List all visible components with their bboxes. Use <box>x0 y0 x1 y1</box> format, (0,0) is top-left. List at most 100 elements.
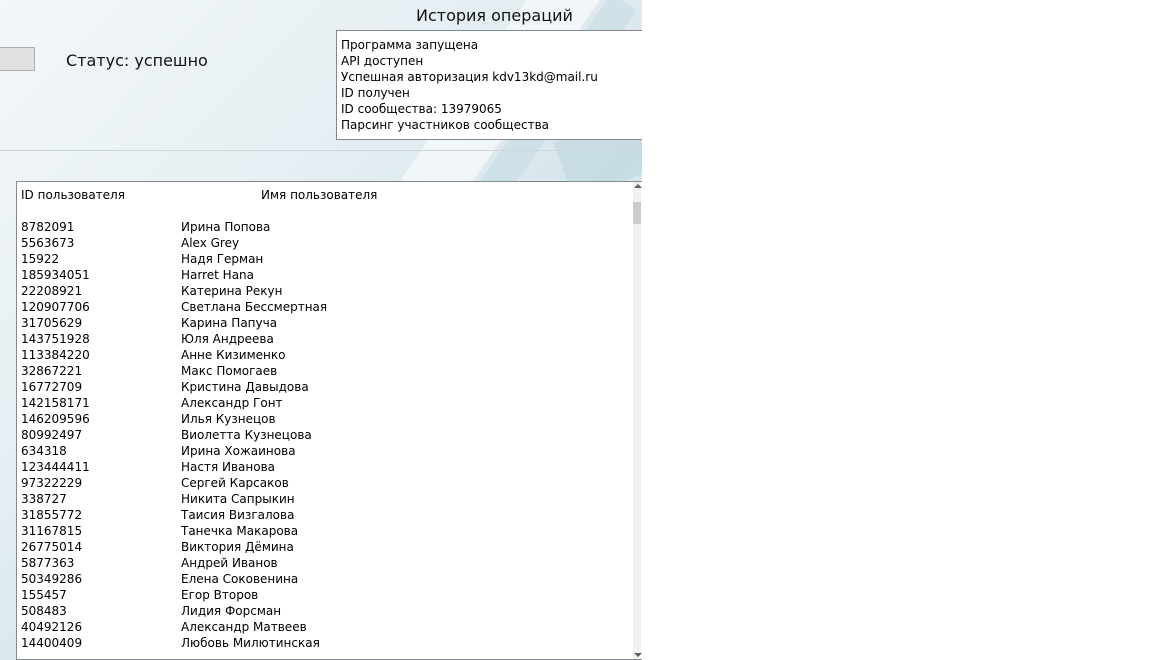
user-id-cell: 26775014 <box>21 540 83 554</box>
table-row[interactable]: 50349286 Елена Соковенина <box>17 571 637 587</box>
table-row[interactable]: 185934051 Harret Hana <box>17 267 637 283</box>
user-id-cell: 22208921 <box>21 284 83 298</box>
user-id-cell: 97322229 <box>21 476 83 490</box>
app-window: Статус: успешно История операций Програм… <box>0 0 642 660</box>
table-row[interactable]: 16772709 Кристина Давыдова <box>17 379 637 395</box>
user-id-cell: 31705629 <box>21 316 83 330</box>
user-id-cell: 338727 <box>21 492 67 506</box>
table-row[interactable]: 123444411 Настя Иванова <box>17 459 637 475</box>
user-id-cell: 5563673 <box>21 236 75 250</box>
user-id-cell: 8782091 <box>21 220 75 234</box>
user-name-cell: Анне Кизименко <box>181 348 286 362</box>
user-id-cell: 31167815 <box>21 524 83 538</box>
log-line: Успешная авторизация kdv13kd@mail.ru <box>341 70 598 84</box>
table-row[interactable]: 97322229 Сергей Карсаков <box>17 475 637 491</box>
user-name-cell: Карина Папуча <box>181 316 278 330</box>
table-row[interactable]: 22208921 Катерина Рекун <box>17 283 637 299</box>
user-id-cell: 80992497 <box>21 428 83 442</box>
user-id-cell: 143751928 <box>21 332 90 346</box>
user-id-cell: 40492126 <box>21 620 83 634</box>
user-id-cell: 123444411 <box>21 460 90 474</box>
user-name-cell: Кристина Давыдова <box>181 380 309 394</box>
user-name-cell: Егор Второв <box>181 588 259 602</box>
table-row[interactable]: 31855772 Таисия Визгалова <box>17 507 637 523</box>
table-row[interactable]: 146209596 Илья Кузнецов <box>17 411 637 427</box>
action-button[interactable] <box>0 47 35 71</box>
table-row[interactable]: 155457 Егор Второв <box>17 587 637 603</box>
user-id-cell: 15922 <box>21 252 60 266</box>
user-name-cell: Танечка Макарова <box>181 524 299 538</box>
user-name-cell: Таисия Визгалова <box>181 508 295 522</box>
user-id-cell: 31855772 <box>21 508 83 522</box>
user-id-cell: 5877363 <box>21 556 75 570</box>
user-name-cell: Надя Герман <box>181 252 264 266</box>
log-line: Программа запущена <box>341 38 479 52</box>
user-name-cell: Ирина Попова <box>181 220 271 234</box>
user-name-cell: Ирина Хожаинова <box>181 444 296 458</box>
user-id-cell: 142158171 <box>21 396 90 410</box>
user-name-cell: Виктория Дёмина <box>181 540 294 554</box>
scroll-thumb[interactable] <box>633 202 641 224</box>
user-name-cell: Илья Кузнецов <box>181 412 276 426</box>
column-header-user-name[interactable]: Имя пользователя <box>261 187 377 203</box>
table-row[interactable]: 142158171 Александр Гонт <box>17 395 637 411</box>
user-name-cell: Виолетта Кузнецова <box>181 428 312 442</box>
table-row[interactable]: 508483 Лидия Форсман <box>17 603 637 619</box>
table-row[interactable]: 338727 Никита Сапрыкин <box>17 491 637 507</box>
scroll-down-icon[interactable] <box>634 653 642 657</box>
user-name-cell: Любовь Милютинская <box>181 636 320 650</box>
user-id-cell: 508483 <box>21 604 67 618</box>
user-name-cell: Александр Гонт <box>181 396 283 410</box>
table-row[interactable]: 14400409 Любовь Милютинская <box>17 635 637 651</box>
scroll-up-icon[interactable] <box>634 184 642 188</box>
table-row[interactable]: 634318 Ирина Хожаинова <box>17 443 637 459</box>
log-line: Парсинг участников сообщества <box>341 118 549 132</box>
user-name-cell: Катерина Рекун <box>181 284 283 298</box>
log-line: ID сообщества: 13979065 <box>341 102 502 116</box>
user-name-cell: Лидия Форсман <box>181 604 282 618</box>
table-row[interactable]: 113384220 Анне Кизименко <box>17 347 637 363</box>
status-label: Статус: успешно <box>66 51 208 70</box>
operation-log-box[interactable]: Программа запущена API доступен Успешная… <box>336 30 642 140</box>
user-name-cell: Сергей Карсаков <box>181 476 289 490</box>
user-id-cell: 14400409 <box>21 636 83 650</box>
user-id-cell: 113384220 <box>21 348 90 362</box>
user-name-cell: Андрей Иванов <box>181 556 278 570</box>
user-name-cell: Alex Grey <box>181 236 240 250</box>
log-line: ID получен <box>341 86 410 100</box>
table-row[interactable]: 80992497 Виолетта Кузнецова <box>17 427 637 443</box>
user-id-cell: 634318 <box>21 444 67 458</box>
user-name-cell: Светлана Бессмертная <box>181 300 328 314</box>
user-id-cell: 16772709 <box>21 380 83 394</box>
user-name-cell: Никита Сапрыкин <box>181 492 295 506</box>
table-row[interactable]: 5877363 Андрей Иванов <box>17 555 637 571</box>
user-name-cell: Александр Матвеев <box>181 620 307 634</box>
user-name-cell: Настя Иванова <box>181 460 276 474</box>
table-row[interactable]: 32867221 Макс Помогаев <box>17 363 637 379</box>
table-row[interactable]: 40492126 Александр Матвеев <box>17 619 637 635</box>
log-title: История операций <box>416 6 573 25</box>
table-row[interactable]: 31705629 Карина Папуча <box>17 315 637 331</box>
user-name-cell: Harret Hana <box>181 268 255 282</box>
vertical-scrollbar[interactable] <box>633 182 642 659</box>
user-name-cell: Макс Помогаев <box>181 364 278 378</box>
users-list[interactable]: ID пользователя Имя пользователя 8782091… <box>16 181 642 660</box>
log-line: API доступен <box>341 54 424 68</box>
user-id-cell: 146209596 <box>21 412 90 426</box>
user-id-cell: 185934051 <box>21 268 90 282</box>
user-name-cell: Елена Соковенина <box>181 572 299 586</box>
user-id-cell: 155457 <box>21 588 67 602</box>
user-id-cell: 50349286 <box>21 572 83 586</box>
table-row[interactable]: 5563673 Alex Grey <box>17 235 637 251</box>
table-row[interactable]: 120907706 Светлана Бессмертная <box>17 299 637 315</box>
user-name-cell: Юля Андреева <box>181 332 274 346</box>
table-row[interactable]: 8782091 Ирина Попова <box>17 219 637 235</box>
table-row[interactable]: 15922 Надя Герман <box>17 251 637 267</box>
table-row[interactable]: 143751928 Юля Андреева <box>17 331 637 347</box>
table-row[interactable]: 26775014 Виктория Дёмина <box>17 539 637 555</box>
user-id-cell: 120907706 <box>21 300 90 314</box>
user-id-cell: 32867221 <box>21 364 83 378</box>
table-row[interactable]: 31167815 Танечка Макарова <box>17 523 637 539</box>
column-header-user-id[interactable]: ID пользователя <box>21 187 125 203</box>
users-rows: 8782091 Ирина Попова 5563673 Alex Grey 15922… <box>17 219 637 651</box>
